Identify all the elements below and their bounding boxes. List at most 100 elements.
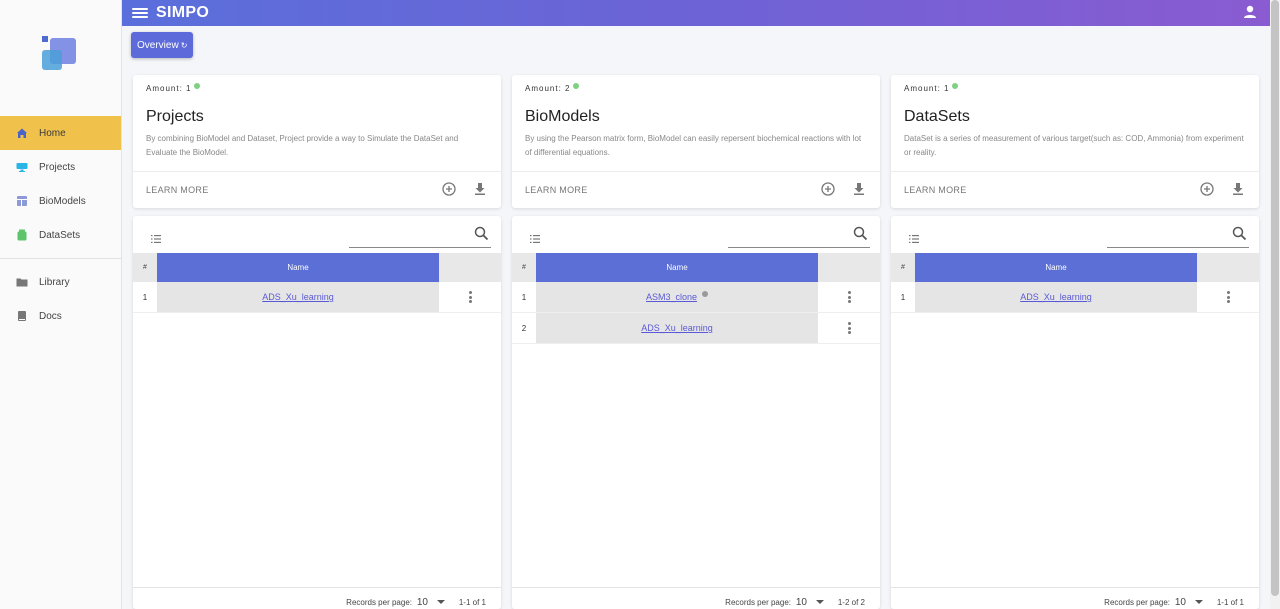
learn-more-button[interactable]: LEARN MORE	[146, 185, 209, 195]
overview-button[interactable]: Overview ↻	[131, 32, 194, 58]
row-name-cell: ADS_Xu_learning	[157, 282, 439, 312]
records-per-page-select[interactable]: 10	[417, 597, 428, 608]
scrollbar-thumb[interactable]	[1271, 0, 1279, 596]
info-icon[interactable]	[702, 291, 709, 297]
sidebar-item-datasets[interactable]: DataSets	[0, 218, 121, 252]
records-per-page-select[interactable]: 10	[796, 597, 807, 608]
row-number: 2	[521, 323, 527, 333]
download-icon[interactable]	[473, 182, 487, 196]
sidebar-item-biomodels[interactable]: BioModels	[0, 184, 121, 218]
add-circle-icon[interactable]	[442, 182, 456, 196]
table-header: # Name	[891, 253, 1259, 282]
records-per-page-label: Records per page:	[346, 598, 412, 607]
info-icon[interactable]	[194, 83, 201, 89]
card-title: DataSets	[904, 108, 970, 125]
app-header: SIMPO	[122, 0, 1270, 26]
row-name-link[interactable]: ADS_Xu_learning	[1020, 292, 1092, 302]
column-header-name[interactable]: Name	[536, 253, 818, 282]
column-header-actions	[439, 253, 501, 282]
projects-table-card: # Name 1 ADS_Xu_learning Records per pag…	[133, 216, 501, 609]
column-header-name[interactable]: Name	[915, 253, 1197, 282]
book-icon	[16, 310, 28, 322]
menu-icon[interactable]	[132, 6, 148, 20]
refresh-icon: ↻	[180, 40, 188, 50]
card-description: DataSet is a series of measurement of va…	[904, 134, 1244, 157]
user-icon[interactable]	[1242, 4, 1258, 20]
more-vert-icon[interactable]	[847, 322, 851, 334]
row-name-link[interactable]: ASM3_clone	[646, 292, 697, 302]
row-name-link[interactable]: ADS_Xu_learning	[262, 292, 334, 302]
download-icon[interactable]	[852, 182, 866, 196]
search-input[interactable]	[349, 224, 491, 248]
row-name-cell: ADS_Xu_learning	[536, 313, 818, 343]
pagination-range: 1-1 of 1	[1216, 598, 1244, 607]
pagination-range: 1-1 of 1	[458, 598, 486, 607]
info-icon[interactable]	[573, 83, 580, 89]
page-scrollbar[interactable]	[1270, 0, 1280, 609]
sidebar-divider	[0, 258, 121, 259]
dropdown-arrow-icon[interactable]	[437, 600, 445, 604]
row-actions	[1197, 282, 1259, 312]
table-row: 1 ADS_Xu_learning	[133, 282, 501, 313]
add-circle-icon[interactable]	[821, 182, 835, 196]
amount-label: Amount: 2	[525, 83, 580, 93]
row-number: 1	[900, 292, 906, 302]
row-name-link[interactable]: ADS_Xu_learning	[641, 323, 713, 333]
dropdown-arrow-icon[interactable]	[1195, 600, 1203, 604]
overview-label: Overview	[137, 39, 179, 51]
amount-label: Amount: 1	[146, 83, 201, 93]
list-icon[interactable]	[530, 230, 540, 243]
datasets-icon	[16, 229, 28, 241]
dropdown-arrow-icon[interactable]	[816, 600, 824, 604]
sidebar-item-library[interactable]: Library	[0, 265, 121, 299]
row-actions	[818, 282, 880, 312]
projects-icon	[16, 161, 28, 173]
card-description: By using the Pearson matrix form, BioMod…	[525, 134, 862, 157]
biomodels-icon	[16, 195, 28, 207]
data-table: # Name 1 ASM3_clone 2 ADS_Xu_learning	[512, 253, 880, 344]
sidebar-item-projects[interactable]: Projects	[0, 150, 121, 184]
column-header-actions	[1197, 253, 1259, 282]
column-header-number[interactable]: #	[891, 253, 915, 282]
row-name-cell: ADS_Xu_learning	[915, 282, 1197, 312]
info-icon[interactable]	[952, 83, 959, 89]
learn-more-button[interactable]: LEARN MORE	[525, 185, 588, 195]
more-vert-icon[interactable]	[468, 291, 472, 303]
table-header: # Name	[133, 253, 501, 282]
card-title: Projects	[146, 108, 204, 125]
sidebar-item-docs[interactable]: Docs	[0, 299, 121, 333]
row-actions	[439, 282, 501, 312]
column-header-name[interactable]: Name	[157, 253, 439, 282]
sidebar-item-home[interactable]: Home	[0, 116, 121, 150]
search-icon[interactable]	[1232, 226, 1247, 241]
data-table: # Name 1 ADS_Xu_learning	[891, 253, 1259, 313]
search-input[interactable]	[1107, 224, 1249, 248]
table-footer: Records per page: 10 1-1 of 1	[133, 587, 501, 609]
download-icon[interactable]	[1231, 182, 1245, 196]
learn-more-button[interactable]: LEARN MORE	[904, 185, 967, 195]
records-per-page-label: Records per page:	[725, 598, 791, 607]
sidebar: Home Projects BioModels DataSets Library…	[0, 0, 122, 609]
search-icon[interactable]	[853, 226, 868, 241]
home-icon	[16, 127, 28, 139]
column-header-number[interactable]: #	[512, 253, 536, 282]
column-header-actions	[818, 253, 880, 282]
folder-icon	[16, 276, 28, 288]
list-icon[interactable]	[151, 230, 161, 243]
biomodels-info-card: Amount: 2 BioModels By using the Pearson…	[512, 75, 880, 208]
list-icon[interactable]	[909, 230, 919, 243]
search-input[interactable]	[728, 224, 870, 248]
table-toolbar	[512, 216, 880, 253]
column-header-number[interactable]: #	[133, 253, 157, 282]
records-per-page-select[interactable]: 10	[1175, 597, 1186, 608]
table-toolbar	[133, 216, 501, 253]
projects-info-card: Amount: 1 Projects By combining BioModel…	[133, 75, 501, 208]
data-table: # Name 1 ADS_Xu_learning	[133, 253, 501, 313]
table-row: 1 ADS_Xu_learning	[891, 282, 1259, 313]
sidebar-item-label: Library	[39, 276, 70, 288]
add-circle-icon[interactable]	[1200, 182, 1214, 196]
more-vert-icon[interactable]	[1226, 291, 1230, 303]
search-icon[interactable]	[474, 226, 489, 241]
more-vert-icon[interactable]	[847, 291, 851, 303]
sidebar-item-label: DataSets	[39, 229, 81, 241]
